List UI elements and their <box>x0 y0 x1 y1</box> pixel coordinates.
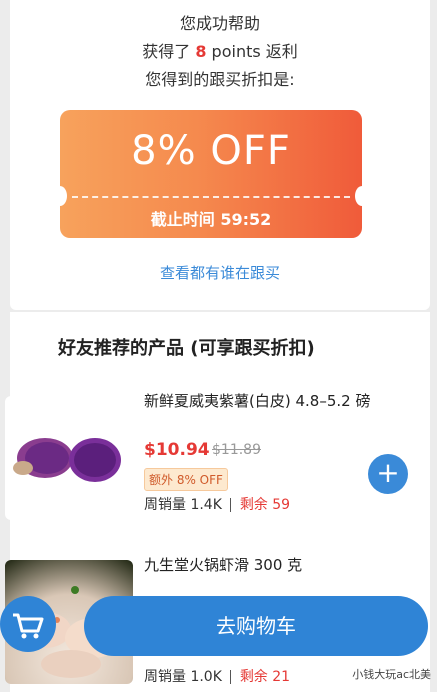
referral-result-card: 您成功帮助 获得了 8 points 返利 您得到的跟买折扣是: 8% OFF … <box>10 0 430 310</box>
coupon-deadline: 截止时间 59:52 <box>60 206 362 230</box>
extra-discount-badge: 额外 8% OFF <box>144 468 228 491</box>
page: 您成功帮助 获得了 8 points 返利 您得到的跟买折扣是: 8% OFF … <box>0 0 437 692</box>
success-line-1: 您成功帮助 <box>10 10 430 34</box>
sales-value: 1.4K <box>190 497 222 513</box>
add-to-cart-button[interactable]: + <box>368 454 408 494</box>
remain-label: 剩余 <box>239 669 268 685</box>
cart-icon <box>13 613 44 639</box>
coupon-notch-left <box>53 186 67 206</box>
plus-icon: + <box>376 456 400 489</box>
discount-intro: 您得到的跟买折扣是: <box>145 70 295 89</box>
product-price: $10.94 <box>144 440 210 460</box>
sales-info: 周销量 1.0K 剩余 21 <box>144 666 290 686</box>
discount-coupon: 8% OFF 截止时间 59:52 <box>53 110 369 238</box>
sales-label: 周销量 <box>144 669 186 685</box>
sales-label: 周销量 <box>144 497 186 513</box>
remain-value: 21 <box>272 669 291 685</box>
sales-value: 1.0K <box>190 669 222 685</box>
see-followers-link[interactable]: 查看都有谁在跟买 <box>10 262 430 283</box>
product-old-price: $11.89 <box>212 442 261 458</box>
points-suffix: points 返利 <box>211 42 298 61</box>
product-name[interactable]: 九生堂火锅虾滑 300 克 <box>144 554 302 575</box>
product-card[interactable]: 新鲜夏威夷紫薯(白皮) 4.8–5.2 磅 $10.94 $11.89 额外 8… <box>5 384 430 544</box>
remain-label: 剩余 <box>239 497 268 513</box>
coupon-notch-right <box>355 186 369 206</box>
section-title: 好友推荐的产品 (可享跟买折扣) <box>58 338 315 359</box>
points-prefix: 获得了 <box>142 42 191 61</box>
points-number: 8 <box>195 42 207 61</box>
success-text: 您成功帮助 <box>179 14 260 33</box>
divider <box>230 498 232 512</box>
coupon-divider <box>72 196 350 198</box>
sales-info: 周销量 1.4K 剩余 59 <box>144 494 290 514</box>
divider <box>230 670 232 684</box>
cart-button[interactable] <box>0 596 56 652</box>
success-line-2: 获得了 8 points 返利 <box>10 38 430 62</box>
deadline-timer: 59:52 <box>220 210 272 229</box>
watermark: 小钱大玩ac北美 <box>352 668 431 681</box>
coupon-discount: 8% OFF <box>131 128 291 174</box>
deadline-label: 截止时间 <box>150 210 215 229</box>
go-to-cart-button[interactable]: 去购物车 <box>84 596 428 656</box>
remain-value: 59 <box>272 497 291 513</box>
product-image-purple-yam[interactable] <box>5 396 133 520</box>
product-name[interactable]: 新鲜夏威夷紫薯(白皮) 4.8–5.2 磅 <box>144 390 370 411</box>
